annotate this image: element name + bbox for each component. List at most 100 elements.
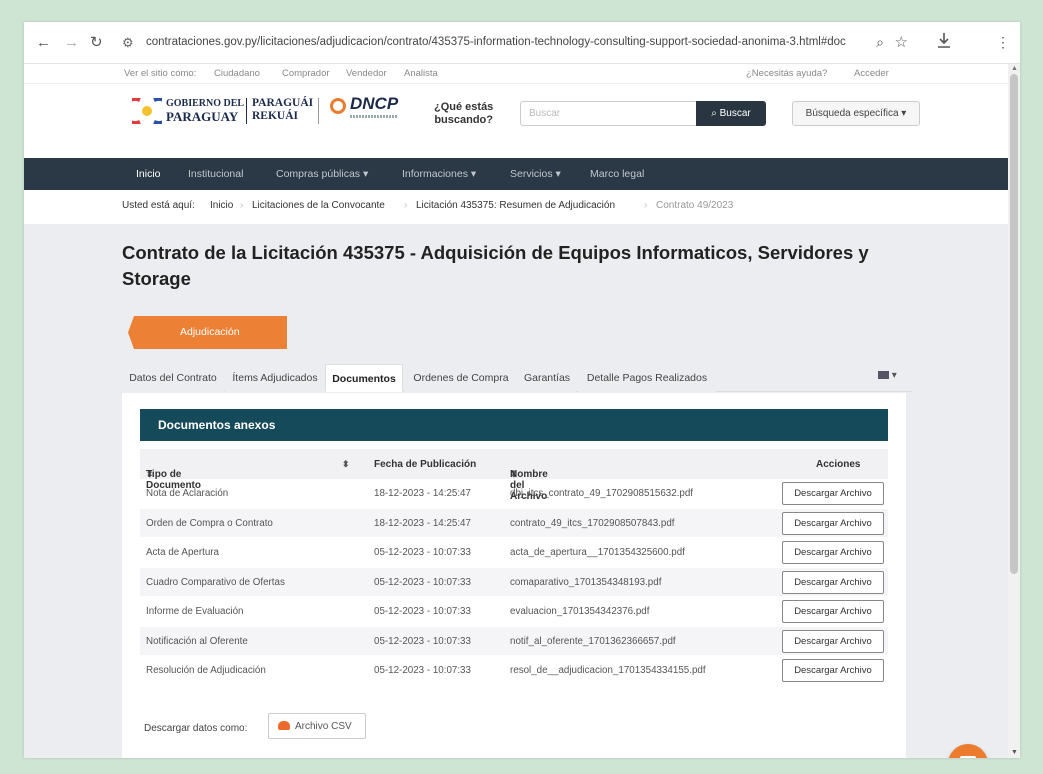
dncp-wordmark[interactable]: DNCP	[350, 94, 398, 114]
breadcrumb-current: Contrato 49/2023	[656, 200, 734, 211]
browser-window: ← → ↻ ⚙ contrataciones.gov.py/licitacion…	[24, 22, 1020, 758]
help-link[interactable]: ¿Necesitás ayuda?	[746, 68, 827, 79]
download-file-button[interactable]: Descargar Archivo	[782, 659, 884, 682]
tab-bar: Datos del Contrato Ítems Adjudicados Doc…	[122, 364, 912, 392]
export-label: Descargar datos como:	[144, 723, 248, 734]
page-scrollbar[interactable]: ▲ ▼	[1008, 64, 1020, 758]
government-logo-icon[interactable]	[132, 98, 162, 124]
tab-overflow-menu[interactable]: ▾	[878, 370, 897, 381]
nav-informaciones[interactable]: Informaciones ▾	[402, 168, 476, 180]
role-analista[interactable]: Analista	[404, 68, 438, 79]
table-row: Informe de Evaluación 05-12-2023 - 10:07:…	[140, 597, 888, 627]
download-file-button[interactable]: Descargar Archivo	[782, 541, 884, 564]
nav-servicios[interactable]: Servicios ▾	[510, 168, 561, 180]
bookmark-star-icon[interactable]: ☆	[895, 33, 908, 51]
breadcrumb-resumen[interactable]: Licitación 435375: Resumen de Adjudicaci…	[416, 200, 615, 211]
download-icon[interactable]	[936, 32, 952, 50]
zoom-icon[interactable]: ⌕	[876, 34, 884, 51]
cell-fecha: 05-12-2023 - 10:07:33	[374, 635, 471, 647]
table-body: Nota de Aclaración 18-12-2023 - 14:25:47 d…	[140, 479, 888, 686]
table-header: ⬍ Tipo de Documento ⬍ Fecha de Publicaci…	[140, 449, 888, 502]
site-settings-icon[interactable]: ⚙	[122, 35, 134, 51]
dncp-logo-icon[interactable]	[330, 98, 346, 114]
browser-menu-icon[interactable]: ⋮	[996, 34, 1010, 51]
chat-button[interactable]	[948, 744, 988, 758]
table-row: Resolución de Adjudicación 05-12-2023 - 1…	[140, 656, 888, 686]
table-row: Nota de Aclaración 18-12-2023 - 14:25:47 d…	[140, 479, 888, 509]
advanced-search-label: Búsqueda específica	[805, 108, 899, 119]
scroll-up-icon[interactable]: ▲	[1011, 65, 1018, 72]
breadcrumb: Usted está aquí: Inicio › Licitaciones d…	[24, 190, 1008, 224]
nav-institucional[interactable]: Institucional	[188, 168, 243, 180]
download-file-button[interactable]: Descargar Archivo	[782, 600, 884, 623]
breadcrumb-inicio[interactable]: Inicio	[210, 200, 233, 211]
cell-fecha: 18-12-2023 - 14:25:47	[374, 488, 471, 499]
chat-icon	[960, 756, 976, 758]
breadcrumb-separator: ›	[644, 200, 648, 211]
cell-archivo: notif_al_oferente_1701362366657.pdf	[510, 635, 676, 647]
logo-divider-2	[318, 98, 319, 124]
cell-fecha: 18-12-2023 - 14:25:47	[374, 517, 471, 529]
cloud-download-icon	[278, 721, 290, 730]
breadcrumb-separator: ›	[240, 200, 244, 211]
tab-garantias[interactable]: Garantías	[518, 364, 576, 392]
cell-archivo: contrato_49_itcs_1702908507843.pdf	[510, 517, 675, 529]
dncp-subtitle	[350, 115, 398, 118]
cell-archivo: acta_de_apertura__1701354325600.pdf	[510, 547, 685, 558]
column-header-fecha[interactable]: Fecha de Publicación	[374, 459, 476, 470]
view-as-label: Ver el sitio como:	[124, 68, 197, 79]
nav-marco-legal[interactable]: Marco legal	[590, 168, 644, 180]
login-link[interactable]: Acceder	[854, 68, 889, 79]
search-button[interactable]: ⌕ Buscar	[696, 101, 766, 126]
role-vendedor[interactable]: Vendedor	[346, 68, 387, 79]
url-text[interactable]: contrataciones.gov.py/licitaciones/adjud…	[146, 36, 846, 48]
cell-archivo: dbj_itcs_contrato_49_1702908515632.pdf	[510, 488, 694, 499]
guarani-wordmark: PARAGUÁI REKUÁI	[252, 97, 314, 122]
download-file-button[interactable]: Descargar Archivo	[782, 482, 884, 505]
address-bar[interactable]: ⚙ contrataciones.gov.py/licitaciones/adj…	[112, 30, 918, 57]
cell-tipo: Informe de Evaluación	[146, 606, 244, 617]
tab-datos-contrato[interactable]: Datos del Contrato	[122, 364, 224, 392]
cell-fecha: 05-12-2023 - 10:07:33	[374, 606, 471, 617]
nav-inicio[interactable]: Inicio	[136, 168, 161, 180]
page-title: Contrato de la Licitación 435375 - Adqui…	[122, 242, 869, 289]
forward-icon[interactable]: →	[64, 34, 79, 52]
nav-compras-publicas[interactable]: Compras públicas ▾	[276, 168, 368, 180]
utility-bar: Ver el sitio como: Ciudadano Comprador V…	[24, 64, 1008, 84]
cell-fecha: 05-12-2023 - 10:07:33	[374, 665, 471, 676]
documents-panel: Documentos anexos ⬍ Tipo de Documento ⬍ …	[122, 393, 906, 758]
search-input[interactable]	[520, 101, 696, 126]
download-file-button[interactable]: Descargar Archivo	[782, 511, 884, 535]
search-button-label: Buscar	[719, 108, 751, 119]
cell-tipo: Nota de Aclaración	[146, 488, 229, 499]
search-icon: ⌕	[711, 108, 720, 119]
scroll-down-icon[interactable]: ▼	[1011, 749, 1018, 756]
cell-archivo: resol_de__adjudicacion_1701354334155.pdf	[510, 665, 706, 676]
stage-badge: Adjudicación	[128, 316, 287, 349]
reload-icon[interactable]: ↻	[90, 34, 103, 52]
government-wordmark: GOBIERNO DEL PARAGUAY	[166, 98, 245, 124]
csv-download-button[interactable]: Archivo CSV	[268, 713, 366, 739]
breadcrumb-licitaciones[interactable]: Licitaciones de la Convocante	[252, 200, 385, 211]
list-icon	[878, 371, 889, 380]
advanced-search-dropdown[interactable]: Búsqueda específica ▾	[792, 101, 920, 126]
breadcrumb-prefix: Usted está aquí:	[122, 200, 195, 211]
cell-tipo: Orden de Compra o Contrato	[146, 517, 273, 529]
tab-ordenes-compra[interactable]: Ordenes de Compra	[405, 364, 517, 392]
back-icon[interactable]: ←	[36, 34, 51, 52]
cell-tipo: Notificación al Oferente	[146, 635, 248, 647]
cell-tipo: Cuadro Comparativo de Ofertas	[146, 576, 285, 588]
tab-documentos[interactable]: Documentos	[325, 364, 403, 392]
scrollbar-thumb[interactable]	[1010, 74, 1018, 574]
table-row: Orden de Compra o Contrato 18-12-2023 - 1…	[140, 508, 888, 538]
column-header-acciones: Acciones	[816, 459, 861, 470]
download-file-button[interactable]: Descargar Archivo	[782, 629, 884, 653]
role-ciudadano[interactable]: Ciudadano	[214, 68, 260, 79]
download-file-button[interactable]: Descargar Archivo	[782, 570, 884, 594]
role-comprador[interactable]: Comprador	[282, 68, 330, 79]
cell-fecha: 05-12-2023 - 10:07:33	[374, 576, 471, 588]
tab-items-adjudicados[interactable]: Ítems Adjudicados	[225, 364, 325, 392]
cell-fecha: 05-12-2023 - 10:07:33	[374, 547, 471, 558]
sort-icon[interactable]: ⬍	[342, 459, 350, 470]
tab-detalle-pagos[interactable]: Detalle Pagos Realizados	[578, 364, 716, 392]
